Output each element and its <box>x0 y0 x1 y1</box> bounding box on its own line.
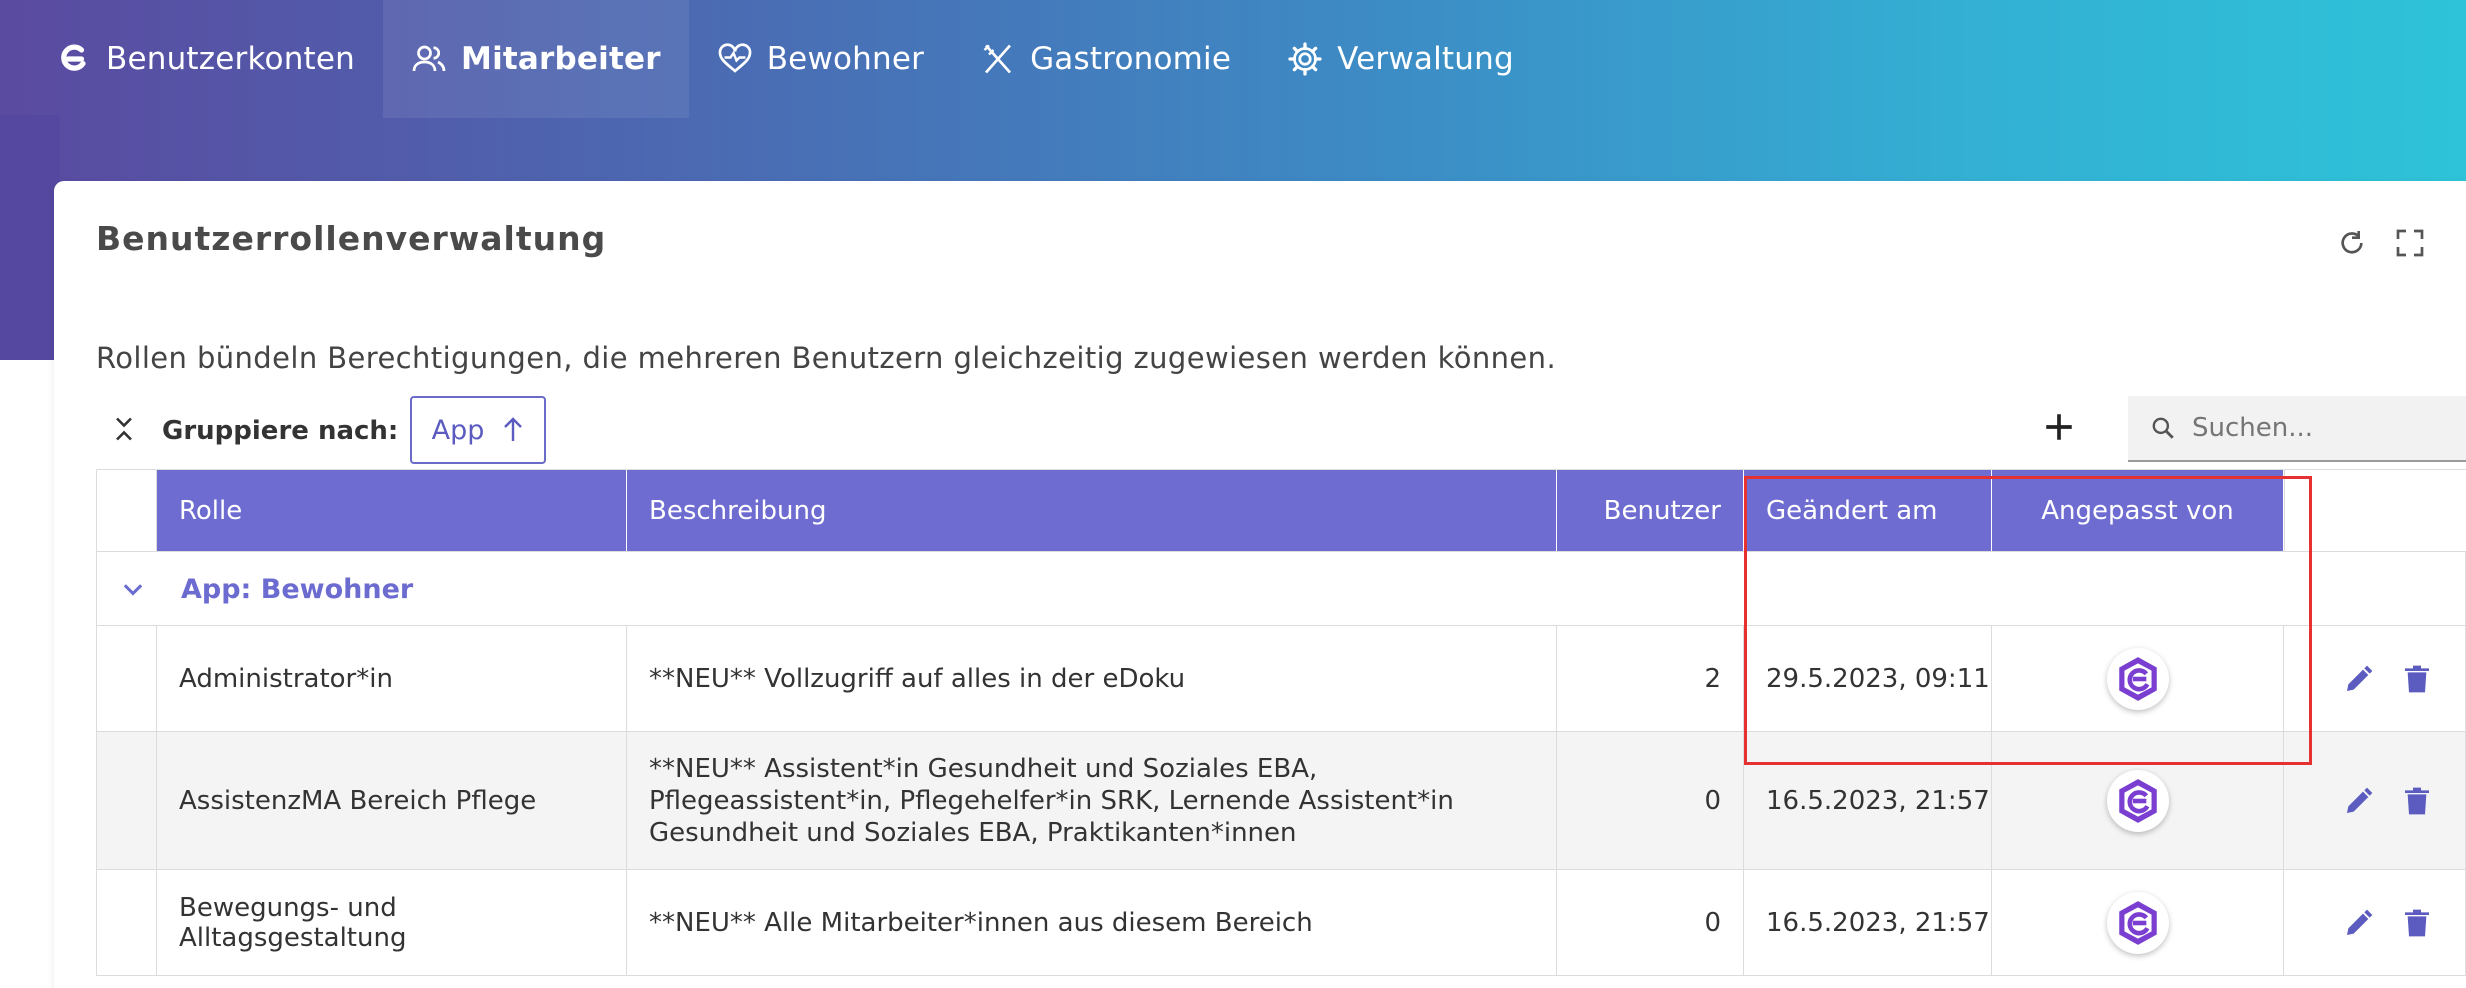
col-beschreibung[interactable]: Beschreibung <box>627 470 1557 552</box>
edoku-user-icon <box>2118 900 2157 945</box>
avatar <box>2106 769 2169 832</box>
table-row[interactable]: Administrator*in **NEU** Vollzugriff auf… <box>96 626 2466 732</box>
cell-beschreibung: **NEU** Alle Mitarbeiter*innen aus diese… <box>627 870 1557 975</box>
edit-icon[interactable] <box>2343 663 2375 695</box>
card-tools <box>2336 227 2426 259</box>
cell-beschreibung: **NEU** Vollzugriff auf alles in der eDo… <box>627 626 1557 731</box>
card-description: Rollen bündeln Berechtigungen, die mehre… <box>96 341 1557 375</box>
row-actions <box>2343 870 2433 975</box>
nav-item-verwaltung[interactable]: Verwaltung <box>1259 0 1542 118</box>
header-background-edge <box>0 115 60 360</box>
nav-item-benutzerkonten[interactable]: Benutzerkonten <box>28 0 383 118</box>
cell-angepasst <box>1992 870 2284 975</box>
cell-rolle: Administrator*in <box>157 626 627 731</box>
cell-beschreibung: **NEU** Assistent*in Gesundheit und Sozi… <box>627 732 1557 869</box>
table-header: Rolle Beschreibung Benutzer Geändert am … <box>96 469 2466 552</box>
users-icon <box>412 45 446 72</box>
cell-rolle: AssistenzMA Bereich Pflege <box>157 732 627 869</box>
collapse-all-icon[interactable] <box>110 414 138 444</box>
nav-item-gastronomie[interactable]: Gastronomie <box>952 0 1259 118</box>
group-by-chip[interactable]: App <box>410 396 546 464</box>
table-row[interactable]: Bewegungs- und Alltagsgestaltung **NEU**… <box>96 870 2466 976</box>
search-field[interactable] <box>2128 396 2466 462</box>
cell-rolle: Bewegungs- und Alltagsgestaltung <box>157 870 627 975</box>
nav-label: Bewohner <box>766 41 925 77</box>
table-toolbar: Gruppiere nach: App <box>96 396 2466 466</box>
group-label: App: Bewohner <box>181 574 414 605</box>
row-actions <box>2343 732 2433 869</box>
edoku-logo-icon <box>61 44 86 71</box>
fork-knife-icon <box>983 44 1012 74</box>
cell-geaendert: 16.5.2023, 21:57 <box>1744 870 1992 975</box>
edoku-user-icon <box>2118 778 2157 823</box>
col-benutzer[interactable]: Benutzer <box>1557 470 1744 552</box>
col-rolle[interactable]: Rolle <box>157 470 627 552</box>
group-by-value: App <box>431 414 485 446</box>
nav-label: Mitarbeiter <box>461 41 661 77</box>
group-row[interactable]: App: Bewohner <box>96 551 2466 626</box>
edoku-user-icon <box>2118 656 2157 701</box>
cell-geaendert: 16.5.2023, 21:57 <box>1744 732 1992 869</box>
gear-icon <box>1288 42 1322 76</box>
heart-pulse-icon <box>718 43 752 73</box>
cell-angepasst <box>1992 626 2284 731</box>
header-actions-spacer <box>2284 470 2466 552</box>
fullscreen-icon[interactable] <box>2394 227 2426 259</box>
row-actions <box>2343 626 2433 731</box>
row-spacer <box>97 732 157 869</box>
delete-icon[interactable] <box>2401 785 2433 817</box>
role-management-card: Benutzerrollenverwaltung Rollen bündeln … <box>54 181 2466 988</box>
search-icon <box>2152 417 2174 439</box>
nav-label: Verwaltung <box>1337 41 1514 77</box>
cell-benutzer: 0 <box>1557 870 1744 975</box>
refresh-icon[interactable] <box>2336 227 2368 259</box>
row-spacer <box>97 870 157 975</box>
nav-label: Benutzerkonten <box>106 41 356 77</box>
delete-icon[interactable] <box>2401 663 2433 695</box>
add-role-button[interactable] <box>2042 410 2076 444</box>
cell-angepasst <box>1992 732 2284 869</box>
delete-icon[interactable] <box>2401 907 2433 939</box>
nav-items: Benutzerkonten Mitarbeiter Bewohner Gast… <box>0 0 1542 118</box>
chevron-down-icon[interactable] <box>119 576 147 604</box>
header-spacer <box>97 470 157 552</box>
search-input[interactable] <box>2192 413 2452 443</box>
arrow-up-icon <box>504 417 523 441</box>
avatar <box>2106 647 2169 710</box>
group-by-label: Gruppiere nach: <box>162 416 399 446</box>
edit-icon[interactable] <box>2343 785 2375 817</box>
roles-table: Rolle Beschreibung Benutzer Geändert am … <box>96 469 2466 976</box>
row-spacer <box>97 626 157 731</box>
col-geaendert[interactable]: Geändert am <box>1744 470 1992 552</box>
cell-benutzer: 2 <box>1557 626 1744 731</box>
avatar <box>2106 891 2169 954</box>
main-nav: Benutzerkonten Mitarbeiter Bewohner Gast… <box>0 0 2466 118</box>
nav-item-bewohner[interactable]: Bewohner <box>689 0 952 118</box>
col-angepasst[interactable]: Angepasst von <box>1992 470 2284 552</box>
edit-icon[interactable] <box>2343 907 2375 939</box>
cell-benutzer: 0 <box>1557 732 1744 869</box>
nav-label: Gastronomie <box>1030 41 1232 77</box>
nav-item-mitarbeiter[interactable]: Mitarbeiter <box>383 0 689 118</box>
page-title: Benutzerrollenverwaltung <box>96 219 607 258</box>
cell-geaendert: 29.5.2023, 09:11 <box>1744 626 1992 731</box>
table-row[interactable]: AssistenzMA Bereich Pflege **NEU** Assis… <box>96 732 2466 870</box>
